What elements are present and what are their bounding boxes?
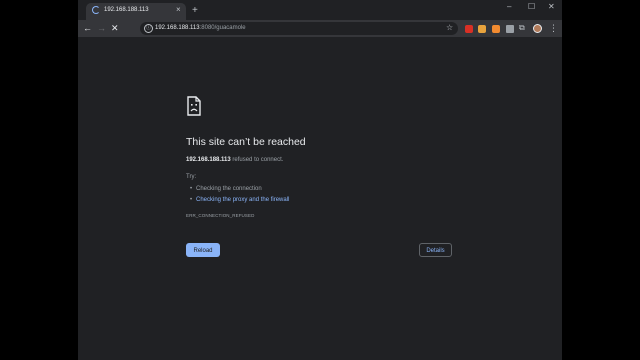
reload-button[interactable]: Reload: [186, 243, 220, 257]
error-code: ERR_CONNECTION_REFUSED: [186, 213, 255, 218]
stop-loading-button[interactable]: ✕: [111, 23, 119, 33]
suggestion-check-proxy-firewall[interactable]: Checking the proxy and the firewall: [196, 195, 289, 206]
url-text[interactable]: 192.168.188.113:8080/guacamole: [155, 25, 246, 31]
error-host-line: 192.168.188.113 refused to connect.: [186, 157, 283, 163]
minimize-button[interactable]: –: [507, 2, 511, 12]
back-button[interactable]: ←: [83, 23, 92, 33]
error-title: This site can’t be reached: [186, 136, 306, 148]
suggestions-list: Checking the connection Checking the pro…: [196, 184, 289, 206]
tab-strip: 192.168.188.113 × + – ☐ ✕: [78, 0, 562, 20]
extensions-puzzle-icon[interactable]: ⧉: [519, 23, 525, 33]
sad-page-icon: [187, 96, 201, 116]
loading-spinner-icon: [92, 6, 100, 14]
url-path: :8080/guacamole: [199, 25, 246, 31]
tab-active[interactable]: 192.168.188.113 ×: [86, 3, 186, 20]
error-host: 192.168.188.113: [186, 157, 231, 163]
tab-close-icon[interactable]: ×: [176, 5, 181, 15]
browser-window: 192.168.188.113 × + – ☐ ✕ ← → ✕ ⓘ 192.16…: [78, 0, 562, 360]
close-window-button[interactable]: ✕: [548, 2, 555, 12]
try-label: Try:: [186, 174, 197, 180]
url-host: 192.168.188.113: [155, 25, 200, 31]
grey-extension-icon[interactable]: [506, 25, 514, 33]
details-button[interactable]: Details: [419, 243, 452, 257]
site-info-icon[interactable]: ⓘ: [144, 24, 153, 33]
new-tab-button[interactable]: +: [192, 6, 198, 16]
error-host-suffix: refused to connect.: [230, 157, 284, 163]
browser-menu-icon[interactable]: ⋮: [549, 23, 558, 33]
browser-toolbar: ← → ✕ ⓘ 192.168.188.113:8080/guacamole ☆…: [78, 20, 562, 37]
profile-avatar[interactable]: [533, 24, 542, 33]
address-bar[interactable]: ⓘ 192.168.188.113:8080/guacamole ☆: [140, 22, 458, 35]
orange-extension-icon[interactable]: [478, 25, 486, 33]
amber-extension-icon[interactable]: [492, 25, 500, 33]
forward-button[interactable]: →: [97, 23, 106, 33]
error-page: This site can’t be reached 192.168.188.1…: [78, 37, 562, 360]
tab-title: 192.168.188.113: [104, 7, 149, 13]
bookmark-star-icon[interactable]: ☆: [446, 23, 453, 33]
red-extension-icon[interactable]: [465, 25, 473, 33]
maximize-button[interactable]: ☐: [528, 2, 535, 12]
suggestion-check-connection: Checking the connection: [196, 184, 289, 195]
